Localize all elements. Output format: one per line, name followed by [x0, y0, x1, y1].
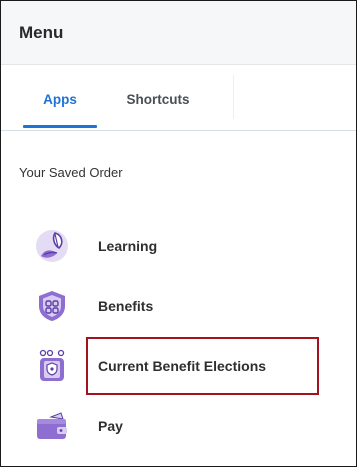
- app-label-learning: Learning: [98, 238, 158, 254]
- wallet-icon: [35, 409, 69, 443]
- app-item-pay[interactable]: Pay: [1, 401, 356, 451]
- tab-shortcuts[interactable]: Shortcuts: [113, 65, 203, 129]
- app-label-benefits: Benefits: [98, 298, 154, 314]
- tab-divider: [233, 75, 234, 119]
- learning-icon: [35, 229, 69, 263]
- menu-title: Menu: [19, 23, 64, 42]
- menu-panel: Menu Apps Shortcuts Your Saved Order Lea…: [0, 0, 357, 467]
- active-tab-indicator: [23, 125, 97, 128]
- app-item-benefits[interactable]: Benefits: [1, 281, 356, 331]
- app-label-current-benefit-elections: Current Benefit Elections: [98, 358, 267, 374]
- app-label-pay: Pay: [98, 418, 123, 434]
- app-item-current-benefit-elections[interactable]: Current Benefit Elections: [1, 341, 356, 391]
- benefit-elections-icon: [35, 349, 69, 383]
- tab-bar: Apps Shortcuts: [1, 65, 356, 129]
- benefits-shield-icon: [35, 289, 69, 323]
- menu-header: Menu: [1, 1, 356, 65]
- section-label: Your Saved Order: [19, 165, 123, 180]
- app-item-learning[interactable]: Learning: [1, 221, 356, 271]
- divider: [1, 130, 356, 131]
- tab-apps[interactable]: Apps: [23, 65, 97, 129]
